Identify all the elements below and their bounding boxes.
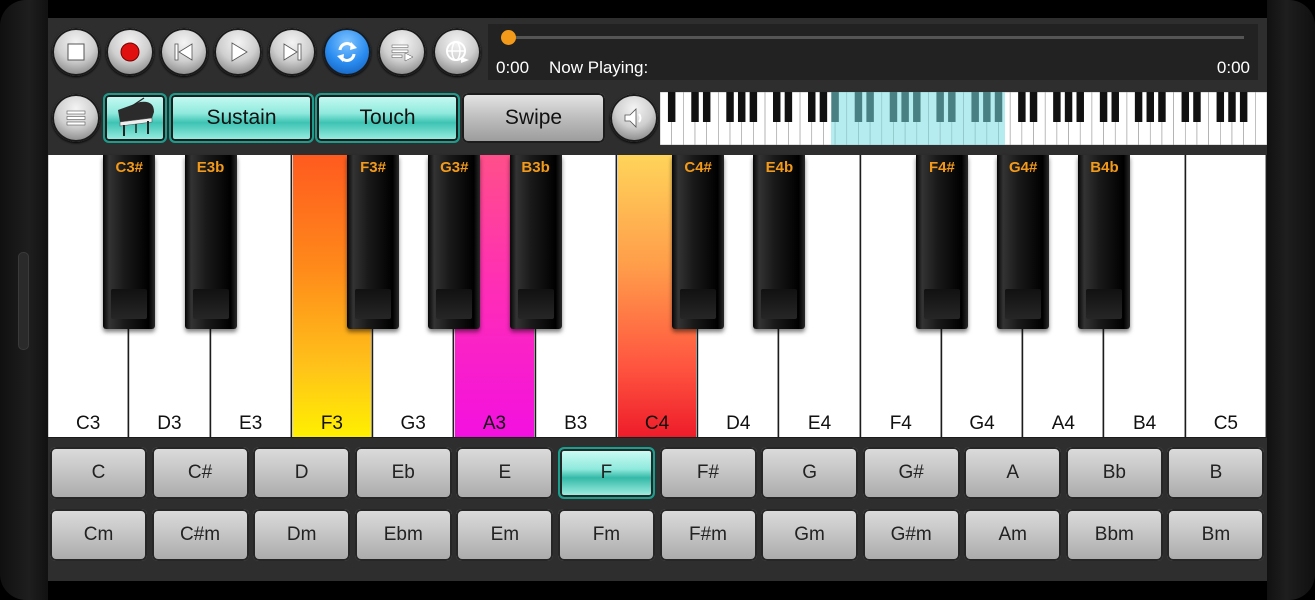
stop-button[interactable] bbox=[52, 28, 100, 76]
white-key-label: C5 bbox=[1213, 413, 1238, 434]
chord-button-am[interactable]: Am bbox=[964, 509, 1062, 561]
piano-keyboard: C3 D3 E3 F3 G3 A3 B3 C4 D4 E4 F4 G4 A4 B4 C5 C3# E3b F3# G… bbox=[48, 155, 1267, 438]
black-key-f4-sharp[interactable]: F4# bbox=[915, 155, 968, 329]
black-key-label: B3b bbox=[521, 159, 550, 176]
total-time: 0:00 bbox=[1216, 58, 1250, 77]
black-key-label: C4# bbox=[684, 159, 712, 176]
volume-button[interactable] bbox=[610, 94, 658, 142]
white-key-label: C4 bbox=[644, 413, 670, 434]
chord-button-f[interactable]: F bbox=[557, 447, 655, 499]
sustain-toggle[interactable]: Sustain bbox=[169, 93, 314, 143]
chord-button-eb[interactable]: Eb bbox=[354, 447, 452, 499]
chord-button-b[interactable]: B bbox=[1167, 447, 1265, 499]
chord-button-ebm[interactable]: Ebm bbox=[354, 509, 452, 561]
record-button[interactable] bbox=[106, 28, 154, 76]
menu-icon bbox=[66, 110, 86, 126]
elapsed-time: 0:00 bbox=[496, 58, 530, 77]
chord-button-g-sharpm[interactable]: G#m bbox=[862, 509, 960, 561]
black-key-f3-sharp[interactable]: F3# bbox=[347, 155, 400, 329]
next-button[interactable] bbox=[268, 28, 316, 76]
black-key-e3b[interactable]: E3b bbox=[184, 155, 237, 329]
globe-icon bbox=[446, 41, 469, 63]
black-key-g3-sharp[interactable]: G3# bbox=[428, 155, 481, 329]
play-button[interactable] bbox=[214, 28, 262, 76]
chord-button-f-sharpm[interactable]: F#m bbox=[659, 509, 757, 561]
black-key-label: F3# bbox=[360, 159, 386, 176]
chord-button-bb[interactable]: Bb bbox=[1065, 447, 1163, 499]
phone-side-button bbox=[18, 252, 29, 350]
black-key-label: G3# bbox=[440, 159, 469, 176]
black-key-c3-sharp[interactable]: C3# bbox=[103, 155, 156, 329]
chord-button-fm[interactable]: Fm bbox=[557, 509, 655, 561]
black-key-label: E3b bbox=[196, 159, 225, 176]
white-key-label: A3 bbox=[482, 413, 507, 434]
phone-bezel-right bbox=[1267, 0, 1315, 600]
chord-button-a[interactable]: A bbox=[964, 447, 1062, 499]
white-key-label: C3 bbox=[75, 413, 101, 434]
player-panel: 0:00 Now Playing: 0:00 bbox=[488, 24, 1258, 80]
previous-button[interactable] bbox=[160, 28, 208, 76]
black-key-b4b[interactable]: B4b bbox=[1078, 155, 1131, 329]
instrument-button[interactable] bbox=[103, 93, 167, 143]
now-playing-label: Now Playing: bbox=[549, 58, 649, 77]
chord-button-g-sharp[interactable]: G# bbox=[862, 447, 960, 499]
chord-button-e[interactable]: E bbox=[456, 447, 554, 499]
record-icon bbox=[120, 42, 140, 62]
black-key-label: G4# bbox=[1009, 159, 1038, 176]
black-key-label: B4b bbox=[1090, 159, 1119, 176]
white-key-label: D4 bbox=[726, 413, 751, 434]
chord-button-d[interactable]: D bbox=[253, 447, 351, 499]
white-key-label: E4 bbox=[807, 413, 832, 434]
black-key-g4-sharp[interactable]: G4# bbox=[997, 155, 1050, 329]
white-key-label: F3 bbox=[320, 413, 344, 434]
black-key-c4-sharp[interactable]: C4# bbox=[672, 155, 725, 329]
white-key-label: A4 bbox=[1051, 413, 1075, 434]
chord-button-g[interactable]: G bbox=[761, 447, 859, 499]
chord-button-bm[interactable]: Bm bbox=[1167, 509, 1265, 561]
white-key-label: E3 bbox=[239, 413, 263, 434]
white-key-label: F4 bbox=[889, 413, 912, 434]
previous-icon bbox=[174, 43, 193, 61]
chord-button-dm[interactable]: Dm bbox=[253, 509, 351, 561]
black-key-label: F4# bbox=[928, 159, 955, 176]
black-key-e4b[interactable]: E4b bbox=[753, 155, 806, 329]
chord-button-f-sharp[interactable]: F# bbox=[659, 447, 757, 499]
stop-icon bbox=[67, 43, 85, 61]
chord-button-gm[interactable]: Gm bbox=[761, 509, 859, 561]
visible-range-window[interactable] bbox=[831, 92, 1005, 145]
swipe-toggle[interactable]: Swipe bbox=[462, 93, 605, 143]
white-key-c5[interactable]: C5 bbox=[1185, 155, 1266, 437]
progress-track[interactable] bbox=[508, 36, 1244, 39]
speaker-icon bbox=[624, 108, 642, 128]
repeat-icon bbox=[337, 42, 357, 62]
chord-button-em[interactable]: Em bbox=[456, 509, 554, 561]
touch-toggle[interactable]: Touch bbox=[315, 93, 460, 143]
chord-button-c-sharpm[interactable]: C#m bbox=[151, 509, 249, 561]
white-key-label: B3 bbox=[564, 413, 588, 434]
app-screen: 0:00 Now Playing: 0:00 Sustain Touch Swi… bbox=[48, 18, 1267, 581]
phone-frame: 0:00 Now Playing: 0:00 Sustain Touch Swi… bbox=[0, 0, 1315, 600]
black-key-label: E4b bbox=[765, 159, 794, 176]
menu-button[interactable] bbox=[52, 94, 100, 142]
chord-button-bbm[interactable]: Bbm bbox=[1065, 509, 1163, 561]
repeat-button[interactable] bbox=[323, 28, 371, 76]
chord-button-c[interactable]: C bbox=[50, 447, 147, 499]
playlist-button[interactable] bbox=[378, 28, 426, 76]
play-icon bbox=[231, 42, 248, 62]
white-key-label: D3 bbox=[157, 413, 182, 434]
grand-piano-icon bbox=[118, 97, 154, 136]
white-key-label: G3 bbox=[400, 413, 426, 434]
white-key-label: G4 bbox=[969, 413, 995, 434]
chord-button-cm[interactable]: Cm bbox=[50, 509, 147, 561]
black-key-b3b[interactable]: B3b bbox=[509, 155, 562, 329]
chord-button-c-sharp[interactable]: C# bbox=[151, 447, 249, 499]
playlist-icon bbox=[391, 44, 414, 62]
progress-knob[interactable] bbox=[500, 30, 516, 45]
black-key-label: C3# bbox=[115, 159, 144, 176]
white-key-label: B4 bbox=[1132, 413, 1157, 434]
web-button[interactable] bbox=[433, 28, 481, 76]
next-icon bbox=[283, 43, 302, 61]
keyboard-navigator[interactable] bbox=[660, 92, 1267, 145]
